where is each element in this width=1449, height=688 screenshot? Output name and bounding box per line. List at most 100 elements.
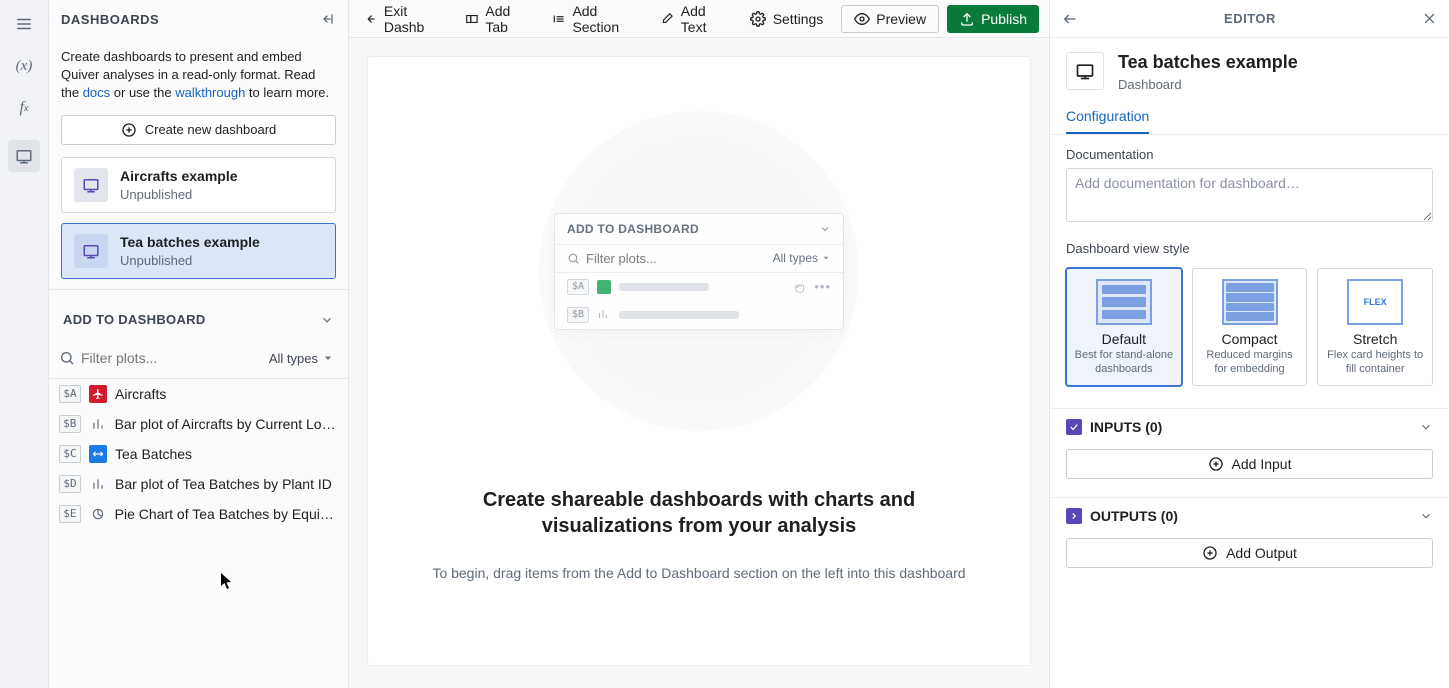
plot-key-badge: $D bbox=[59, 475, 81, 493]
dashboard-card-status: Unpublished bbox=[120, 253, 260, 268]
nav-rail: (x) fx bbox=[0, 0, 49, 688]
plus-circle-icon bbox=[1208, 456, 1224, 472]
toolbar: Exit Dashb Add Tab Add Section Add Text … bbox=[349, 0, 1049, 38]
add-text-label: Add Text bbox=[681, 3, 728, 35]
dashboards-icon[interactable] bbox=[8, 140, 40, 172]
editor-close-button[interactable] bbox=[1422, 11, 1437, 26]
documentation-label: Documentation bbox=[1066, 147, 1433, 162]
dashboard-icon bbox=[74, 168, 108, 202]
outputs-label: OUTPUTS (0) bbox=[1090, 508, 1411, 524]
flex-label: FLEX bbox=[1347, 279, 1403, 325]
dashboard-icon bbox=[74, 234, 108, 268]
create-dashboard-button[interactable]: Create new dashboard bbox=[61, 115, 336, 145]
publish-button[interactable]: Publish bbox=[947, 5, 1039, 33]
plot-key-badge: $A bbox=[59, 385, 81, 403]
variable-icon[interactable]: (x) bbox=[14, 56, 34, 76]
walkthrough-link[interactable]: walkthrough bbox=[175, 85, 245, 100]
grab-icon bbox=[792, 280, 806, 294]
plot-name: Tea Batches bbox=[115, 446, 192, 462]
settings-label: Settings bbox=[773, 11, 824, 27]
edit-icon bbox=[660, 11, 674, 27]
bar-chart-icon bbox=[89, 415, 107, 433]
tab-configuration[interactable]: Configuration bbox=[1066, 102, 1149, 134]
dashboard-card-status: Unpublished bbox=[120, 187, 238, 202]
add-output-button[interactable]: Add Output bbox=[1066, 538, 1433, 568]
plot-row[interactable]: $E Pie Chart of Tea Batches by Equip… bbox=[49, 499, 348, 529]
dashboard-canvas[interactable]: ADD TO DASHBOARD All types $A bbox=[349, 38, 1049, 688]
menu-icon[interactable] bbox=[14, 14, 34, 34]
plot-key-badge: $E bbox=[59, 505, 81, 523]
collapse-panel-icon[interactable] bbox=[320, 11, 336, 27]
filter-plots-input[interactable] bbox=[75, 350, 265, 366]
search-icon bbox=[567, 252, 580, 265]
exit-label: Exit Dashb bbox=[384, 3, 443, 35]
add-tab-button[interactable]: Add Tab bbox=[461, 3, 534, 35]
empty-state-illustration: ADD TO DASHBOARD All types $A bbox=[539, 111, 859, 431]
plot-row[interactable]: $C Tea Batches bbox=[49, 439, 348, 469]
plot-name: Aircrafts bbox=[115, 386, 166, 402]
tab-icon bbox=[465, 11, 479, 27]
view-style-desc: Flex card heights to fill container bbox=[1324, 349, 1426, 377]
skeleton-bar bbox=[619, 311, 739, 319]
add-input-button[interactable]: Add Input bbox=[1066, 449, 1433, 479]
add-section-label: Add Section bbox=[572, 3, 638, 35]
dashboard-card-title: Aircrafts example bbox=[120, 168, 238, 184]
view-style-compact[interactable]: Compact Reduced margins for embedding bbox=[1192, 268, 1308, 386]
view-style-stretch[interactable]: FLEX Stretch Flex card heights to fill c… bbox=[1317, 268, 1433, 386]
inputs-label: INPUTS (0) bbox=[1090, 419, 1411, 435]
editor-back-button[interactable] bbox=[1062, 11, 1078, 27]
view-style-label: Dashboard view style bbox=[1066, 241, 1433, 256]
dashboard-card-title: Tea batches example bbox=[120, 234, 260, 250]
plot-row[interactable]: $A Aircrafts bbox=[49, 379, 348, 409]
center-area: Exit Dashb Add Tab Add Section Add Text … bbox=[349, 0, 1049, 688]
inputs-header[interactable]: INPUTS (0) bbox=[1066, 419, 1433, 435]
preview-label: Preview bbox=[876, 11, 926, 27]
more-icon: ••• bbox=[814, 279, 831, 294]
bar-chart-icon bbox=[597, 308, 611, 322]
arrow-left-icon bbox=[363, 11, 377, 27]
exit-dashboards-button[interactable]: Exit Dashb bbox=[359, 3, 447, 35]
bar-chart-icon bbox=[89, 475, 107, 493]
plot-row[interactable]: $B Bar plot of Aircrafts by Current Loc… bbox=[49, 409, 348, 439]
view-style-desc: Reduced margins for embedding bbox=[1199, 349, 1301, 377]
plot-row[interactable]: $D Bar plot of Tea Batches by Plant ID bbox=[49, 469, 348, 499]
settings-button[interactable]: Settings bbox=[746, 11, 828, 27]
add-text-button[interactable]: Add Text bbox=[656, 3, 732, 35]
left-panel: DASHBOARDS Create dashboards to present … bbox=[49, 0, 349, 688]
empty-state-title: Create shareable dashboards with charts … bbox=[449, 487, 949, 539]
preview-button[interactable]: Preview bbox=[841, 5, 939, 33]
function-icon[interactable]: fx bbox=[14, 98, 34, 118]
view-style-default[interactable]: Default Best for stand-alone dashboards bbox=[1066, 268, 1182, 386]
add-section-button[interactable]: Add Section bbox=[548, 3, 642, 35]
plane-icon bbox=[89, 385, 107, 403]
empty-state-subtitle: To begin, drag items from the Add to Das… bbox=[432, 565, 965, 581]
plot-name: Pie Chart of Tea Batches by Equip… bbox=[115, 506, 338, 522]
dashboard-card-selected[interactable]: Tea batches example Unpublished bbox=[61, 223, 336, 279]
mini-types-label: All types bbox=[773, 251, 818, 265]
gear-icon bbox=[750, 11, 766, 27]
chevron-down-icon[interactable] bbox=[320, 313, 334, 327]
swap-icon bbox=[89, 445, 107, 463]
mini-key-badge: $B bbox=[567, 307, 589, 323]
add-to-dashboard-header: ADD TO DASHBOARD bbox=[63, 312, 206, 327]
chevron-down-icon bbox=[1419, 420, 1433, 434]
types-dropdown[interactable]: All types bbox=[265, 351, 338, 366]
mini-filter-input bbox=[586, 251, 767, 266]
caret-down-icon bbox=[322, 352, 334, 364]
editor-panel: EDITOR Tea batches example Dashboard Con… bbox=[1049, 0, 1449, 688]
left-intro-text: Create dashboards to present and embed Q… bbox=[49, 38, 348, 115]
editor-header-title: EDITOR bbox=[1090, 11, 1410, 26]
publish-label: Publish bbox=[981, 11, 1027, 27]
section-icon bbox=[552, 11, 566, 27]
view-style-name: Stretch bbox=[1324, 331, 1426, 347]
outputs-header[interactable]: OUTPUTS (0) bbox=[1066, 508, 1433, 524]
add-input-label: Add Input bbox=[1232, 456, 1292, 472]
documentation-input[interactable] bbox=[1066, 168, 1433, 222]
mini-add-label: ADD TO DASHBOARD bbox=[567, 222, 699, 236]
view-style-name: Default bbox=[1073, 331, 1175, 347]
plot-name: Bar plot of Tea Batches by Plant ID bbox=[115, 476, 332, 492]
docs-link[interactable]: docs bbox=[83, 85, 110, 100]
inputs-icon bbox=[1066, 419, 1082, 435]
dashboard-card[interactable]: Aircrafts example Unpublished bbox=[61, 157, 336, 213]
skeleton-bar bbox=[619, 283, 709, 291]
